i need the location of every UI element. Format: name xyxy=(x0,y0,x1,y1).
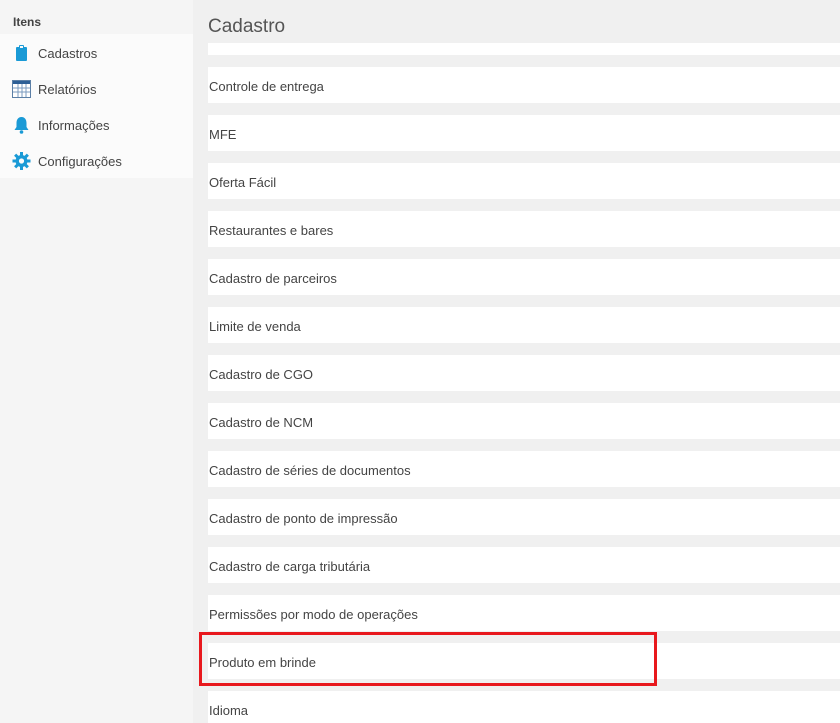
list-item-label: Cadastro de parceiros xyxy=(209,271,337,286)
list-item[interactable]: Cadastro de séries de documentos xyxy=(208,451,840,487)
sidebar: Itens Cadastros Relatórios Informações C… xyxy=(0,0,194,723)
list-item-label: Limite de venda xyxy=(209,319,301,334)
list-item-label: Restaurantes e bares xyxy=(209,223,334,238)
clipboard-icon xyxy=(12,44,31,62)
sidebar-menu: Cadastros Relatórios Informações Configu… xyxy=(0,34,193,178)
list-item-label: Produto em brinde xyxy=(209,655,316,670)
main-content: Cadastro Controle de entrega MFE Oferta … xyxy=(193,0,840,723)
sidebar-item-label: Relatórios xyxy=(38,82,97,97)
list-item-label: Cadastro de séries de documentos xyxy=(209,463,411,478)
list-item[interactable]: Cadastro de NCM xyxy=(208,403,840,439)
sidebar-item-cadastros[interactable]: Cadastros xyxy=(0,35,193,71)
list-item[interactable]: Cadastro de ponto de impressão xyxy=(208,499,840,535)
list-item[interactable]: Restaurantes e bares xyxy=(208,211,840,247)
sidebar-item-label: Cadastros xyxy=(38,46,98,61)
list-item-produto-em-brinde[interactable]: Produto em brinde xyxy=(208,643,840,679)
list-item-label: Cadastro de NCM xyxy=(209,415,314,430)
list-item[interactable]: MFE xyxy=(208,115,840,151)
list-item[interactable]: Cadastro de carga tributária xyxy=(208,547,840,583)
list-item-label: Cadastro de carga tributária xyxy=(209,559,371,574)
bell-icon xyxy=(12,116,31,134)
list-item-label: Idioma xyxy=(209,703,249,718)
list-item[interactable]: Idioma xyxy=(208,691,840,723)
list-item-label: MFE xyxy=(209,127,237,142)
sidebar-item-configuracoes[interactable]: Configurações xyxy=(0,143,193,179)
sidebar-item-label: Informações xyxy=(38,118,110,133)
table-icon xyxy=(12,80,31,98)
list-item-label: Permissões por modo de operações xyxy=(209,607,418,622)
list-item[interactable]: Cadastro de CGO xyxy=(208,355,840,391)
list-item[interactable]: Oferta Fácil xyxy=(208,163,840,199)
sidebar-title: Itens xyxy=(13,15,42,29)
sidebar-item-informacoes[interactable]: Informações xyxy=(0,107,193,143)
list-item[interactable]: Permissões por modo de operações xyxy=(208,595,840,631)
list-item-partial[interactable] xyxy=(208,43,840,55)
list-item-label: Cadastro de CGO xyxy=(209,367,314,382)
gear-icon xyxy=(12,152,31,170)
page-header: Cadastro xyxy=(193,0,840,43)
list-item-label: Cadastro de ponto de impressão xyxy=(209,511,398,526)
list-item[interactable]: Limite de venda xyxy=(208,307,840,343)
sidebar-item-label: Configurações xyxy=(38,154,122,169)
list-item-label: Oferta Fácil xyxy=(209,175,277,190)
page-title: Cadastro xyxy=(208,16,286,37)
list-item[interactable]: Controle de entrega xyxy=(208,67,840,103)
list-item[interactable]: Cadastro de parceiros xyxy=(208,259,840,295)
list-item-label: Controle de entrega xyxy=(209,79,324,94)
sidebar-item-relatorios[interactable]: Relatórios xyxy=(0,71,193,107)
